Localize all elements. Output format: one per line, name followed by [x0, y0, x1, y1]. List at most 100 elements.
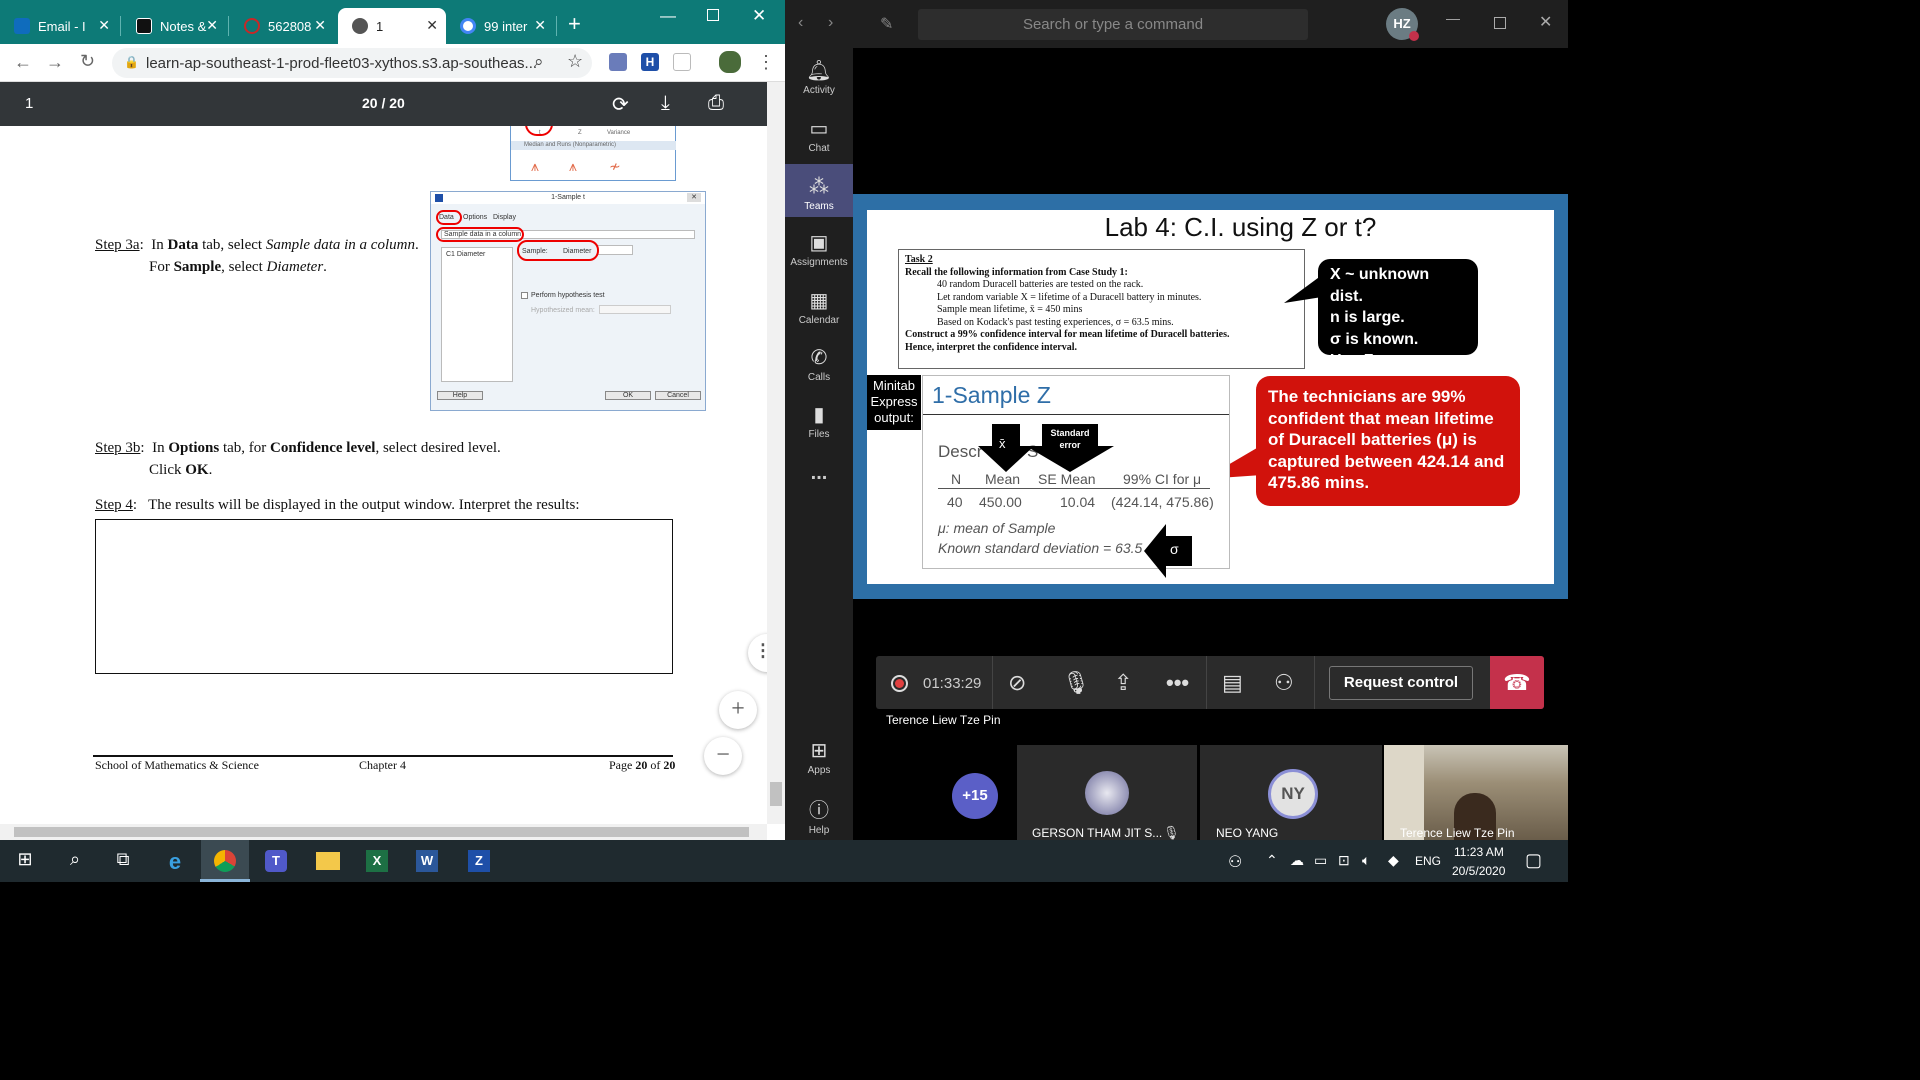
zoom-in-button[interactable]: + — [719, 691, 757, 729]
window-close-icon[interactable]: ✕ — [1539, 12, 1552, 32]
hang-up-button[interactable]: ☎︎ — [1490, 656, 1544, 709]
download-icon[interactable]: ⤓ — [661, 92, 670, 115]
teams-icon[interactable]: T — [265, 850, 287, 872]
vertical-scrollbar[interactable] — [767, 82, 785, 824]
rail-more[interactable]: ... — [785, 462, 853, 492]
camera-off-icon[interactable]: ⊘ — [1008, 670, 1026, 696]
tab-google[interactable]: 99 inter ✕ — [446, 8, 554, 44]
cancel-button[interactable]: Cancel — [655, 391, 701, 400]
maximize-icon[interactable] — [707, 9, 719, 21]
command-search[interactable]: Search or type a command — [918, 9, 1308, 40]
column-list[interactable]: C1 Diameter — [441, 247, 513, 382]
maximize-icon[interactable] — [1494, 17, 1506, 29]
clock-date[interactable]: 20/5/2020 — [1452, 864, 1505, 878]
task-box: Task 2 Recall the following information … — [898, 249, 1305, 369]
minimize-icon[interactable]: — — [1446, 10, 1460, 26]
back-icon[interactable]: ‹ — [798, 14, 803, 32]
tab-separator — [556, 16, 557, 36]
battery-icon[interactable]: ▭ — [1314, 852, 1327, 869]
tab-active-pdf[interactable]: 1 ✕ — [338, 8, 446, 44]
scroll-thumb[interactable] — [770, 782, 782, 806]
tab-562808[interactable]: 562808 ✕ — [230, 8, 334, 44]
fit-page-icon[interactable]: ⁝ — [748, 634, 767, 672]
address-bar[interactable]: 🔒 learn-ap-southeast-1-prod-fleet03-xyth… — [112, 48, 592, 78]
dropbox-icon[interactable]: ◆ — [1388, 852, 1399, 869]
extension-box-icon[interactable] — [673, 53, 691, 71]
mic-off-icon[interactable]: 🎙︎ — [1062, 670, 1090, 696]
tab-separator — [120, 16, 121, 36]
minitab-icon[interactable]: Z — [468, 850, 490, 872]
forward-icon[interactable]: › — [828, 14, 833, 32]
more-options-icon[interactable]: ••• — [1166, 670, 1189, 696]
chrome-icon[interactable] — [214, 850, 236, 872]
scroll-thumb[interactable] — [14, 827, 749, 837]
rotate-icon[interactable]: ⟳ — [612, 92, 629, 117]
hypothesis-checkbox[interactable] — [521, 292, 528, 299]
chevron-up-icon[interactable]: ⌃ — [1266, 852, 1278, 869]
zoom-out-button[interactable]: − — [704, 737, 742, 775]
share-screen-icon[interactable]: ⇪ — [1114, 670, 1132, 696]
windows-start-icon[interactable]: ⊞ — [12, 849, 38, 873]
forward-icon[interactable]: → — [46, 52, 64, 73]
onedrive-icon[interactable]: ☁ — [1290, 852, 1304, 869]
hyp-mean-input[interactable] — [599, 305, 671, 314]
print-icon[interactable]: ⎙ — [708, 92, 724, 115]
bookmark-star-icon[interactable]: ☆ — [567, 51, 583, 72]
more-participants-button[interactable]: +15 — [952, 773, 998, 819]
notifications-icon[interactable]: ▢ — [1525, 850, 1542, 871]
rail-calendar[interactable]: ▦ Calendar — [785, 288, 853, 338]
profile-avatar[interactable] — [719, 51, 741, 73]
language-indicator[interactable]: ENG — [1415, 854, 1441, 868]
request-control-button[interactable]: Request control — [1329, 666, 1473, 700]
word-icon[interactable]: W — [416, 850, 438, 872]
horizontal-scrollbar[interactable] — [0, 824, 767, 840]
rail-calls[interactable]: ✆ Calls — [785, 345, 853, 395]
dialog-close-icon[interactable]: ✕ — [687, 193, 701, 202]
tab-notes[interactable]: Notes & ✕ — [122, 8, 226, 44]
tab-email[interactable]: Email - I ✕ — [0, 8, 118, 44]
compose-icon[interactable]: ✎ — [880, 14, 893, 34]
network-icon[interactable]: ⊡ — [1338, 852, 1350, 869]
tab-options[interactable]: Options — [463, 214, 487, 221]
new-tab-icon[interactable]: + — [568, 13, 581, 35]
extension-puzzle-icon[interactable] — [609, 53, 627, 71]
participants-icon[interactable]: ⚇ — [1274, 670, 1294, 696]
task-view-icon[interactable]: ⧉ — [110, 849, 136, 873]
rail-files[interactable]: ▮ Files — [785, 402, 853, 452]
back-icon[interactable]: ← — [14, 52, 32, 73]
divider — [1314, 656, 1315, 709]
clock-time[interactable]: 11:23 AM — [1454, 845, 1504, 859]
sample-input[interactable] — [597, 245, 633, 255]
tab-display[interactable]: Display — [493, 214, 516, 221]
ok-button[interactable]: OK — [605, 391, 651, 400]
menu-dots-icon[interactable]: ⋮ — [757, 52, 775, 73]
rail-assignments[interactable]: ▣ Assignments — [785, 230, 853, 280]
close-icon[interactable]: ✕ — [206, 17, 218, 34]
help-button[interactable]: Help — [437, 391, 483, 400]
close-icon[interactable]: ✕ — [314, 17, 326, 34]
page-number-input[interactable]: 1 — [25, 95, 33, 112]
edge-icon[interactable]: e — [162, 849, 188, 874]
volume-icon[interactable]: 🔈︎ — [1362, 852, 1370, 869]
participant-name: GERSON THAM JIT S... — [1032, 826, 1163, 840]
extension-h-icon[interactable]: H — [641, 53, 659, 71]
blackboard-icon — [136, 18, 152, 34]
file-explorer-icon[interactable] — [316, 852, 340, 870]
minimize-icon[interactable]: — — [660, 8, 676, 26]
search-icon[interactable]: ⌕ — [62, 849, 88, 873]
rail-apps[interactable]: ⊞ Apps — [785, 738, 853, 778]
conversation-icon[interactable]: ▤ — [1222, 670, 1243, 696]
people-icon[interactable]: ⚇ — [1228, 852, 1242, 872]
rail-chat[interactable]: ▭ Chat — [785, 116, 853, 166]
zoom-icon[interactable]: ⌕ — [534, 52, 544, 72]
close-icon[interactable]: ✕ — [98, 17, 110, 34]
rail-activity[interactable]: 🔔︎ Activity — [785, 58, 853, 108]
excel-icon[interactable]: X — [366, 850, 388, 872]
reload-icon[interactable]: ↻ — [80, 51, 95, 72]
rail-teams[interactable]: ⁂ Teams — [785, 164, 853, 217]
close-icon[interactable]: ✕ — [426, 17, 438, 34]
xbar-symbol: x̄ — [999, 436, 1006, 451]
close-icon[interactable]: ✕ — [534, 17, 546, 34]
window-close-icon[interactable]: ✕ — [752, 6, 766, 26]
rail-help[interactable]: ⓘ Help — [785, 794, 853, 836]
